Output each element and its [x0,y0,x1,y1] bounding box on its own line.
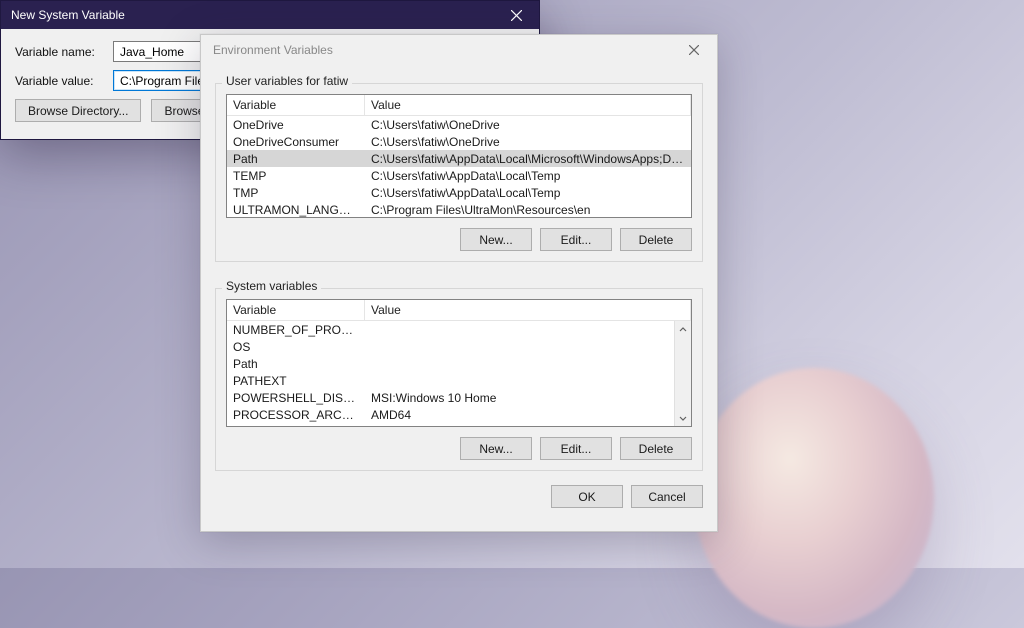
cell-value: Intel64 Family 6 Model 94 Stepping 3, Ge… [365,424,691,428]
cell-variable: Path [227,151,365,167]
system-button-row: New... Edit... Delete [226,437,692,460]
table-row[interactable]: PATHEXT [227,372,691,389]
close-icon[interactable] [495,1,537,29]
col-variable-header[interactable]: Variable [227,300,365,320]
cell-variable: NUMBER_OF_PROCESSORS [227,322,365,338]
user-button-row: New... Edit... Delete [226,228,692,251]
env-ok-button[interactable]: OK [551,485,623,508]
cell-value: MSI:Windows 10 Home [365,390,691,406]
cell-value: C:\Users\fatiw\OneDrive [365,117,691,133]
cell-value [365,329,691,331]
user-variables-fieldset: User variables for fatiw Variable Value … [215,83,703,262]
close-icon[interactable] [677,37,711,63]
background-blob [694,368,934,628]
system-variables-table[interactable]: Variable Value NUMBER_OF_PROCESSORSOSPat… [226,299,692,427]
table-row[interactable]: PROCESSOR_ARCHITECTUREAMD64 [227,406,691,423]
nsv-titlebar[interactable]: New System Variable [1,1,539,29]
cell-variable: OneDrive [227,117,365,133]
table-header: Variable Value [227,95,691,116]
env-body: User variables for fatiw Variable Value … [201,65,717,518]
system-variables-fieldset: System variables Variable Value NUMBER_O… [215,288,703,471]
table-row[interactable]: OneDriveConsumerC:\Users\fatiw\OneDrive [227,133,691,150]
table-header: Variable Value [227,300,691,321]
cell-variable: PROCESSOR_ARCHITECTURE [227,407,365,423]
user-edit-button[interactable]: Edit... [540,228,612,251]
cell-value: C:\Users\fatiw\AppData\Local\Microsoft\W… [365,151,691,167]
table-row[interactable]: PathC:\Users\fatiw\AppData\Local\Microso… [227,150,691,167]
cell-value: C:\Users\fatiw\OneDrive [365,134,691,150]
cell-value [365,346,691,348]
user-delete-button[interactable]: Delete [620,228,692,251]
user-variables-table[interactable]: Variable Value OneDriveC:\Users\fatiw\On… [226,94,692,218]
system-delete-button[interactable]: Delete [620,437,692,460]
variable-value-label: Variable value: [15,74,113,88]
nsv-title: New System Variable [11,8,495,22]
vertical-scrollbar[interactable] [674,321,691,426]
table-row[interactable]: TMPC:\Users\fatiw\AppData\Local\Temp [227,184,691,201]
col-variable-header[interactable]: Variable [227,95,365,115]
system-variables-legend: System variables [222,279,321,293]
table-row[interactable]: OS [227,338,691,355]
env-cancel-button[interactable]: Cancel [631,485,703,508]
scroll-down-icon[interactable] [675,409,691,426]
cell-variable: PROCESSOR_IDENTIFIER [227,424,365,428]
env-titlebar[interactable]: Environment Variables [201,35,717,65]
table-row[interactable]: ULTRAMON_LANGDIRC:\Program Files\UltraMo… [227,201,691,218]
cell-variable: OneDriveConsumer [227,134,365,150]
cell-variable: Path [227,356,365,372]
env-window-title: Environment Variables [213,43,677,57]
cell-value: AMD64 [365,407,691,423]
cell-value: C:\Users\fatiw\AppData\Local\Temp [365,185,691,201]
environment-variables-window: Environment Variables User variables for… [200,34,718,532]
user-new-button[interactable]: New... [460,228,532,251]
cell-variable: ULTRAMON_LANGDIR [227,202,365,218]
cell-variable: POWERSHELL_DISTRIBUTIO... [227,390,365,406]
variable-name-label: Variable name: [15,45,113,59]
env-dialog-buttons: OK Cancel [215,485,703,508]
cell-variable: PATHEXT [227,373,365,389]
cell-variable: TMP [227,185,365,201]
cell-value [365,380,691,382]
scroll-up-icon[interactable] [675,321,691,338]
table-row[interactable]: Path [227,355,691,372]
cell-value: C:\Program Files\UltraMon\Resources\en [365,202,691,218]
col-value-header[interactable]: Value [365,300,691,320]
table-row[interactable]: POWERSHELL_DISTRIBUTIO...MSI:Windows 10 … [227,389,691,406]
user-variables-legend: User variables for fatiw [222,74,352,88]
table-row[interactable]: TEMPC:\Users\fatiw\AppData\Local\Temp [227,167,691,184]
table-row[interactable]: PROCESSOR_IDENTIFIERIntel64 Family 6 Mod… [227,423,691,427]
cell-value [365,363,691,365]
cell-value: C:\Users\fatiw\AppData\Local\Temp [365,168,691,184]
cell-variable: TEMP [227,168,365,184]
table-row[interactable]: NUMBER_OF_PROCESSORS [227,321,691,338]
table-row[interactable]: OneDriveC:\Users\fatiw\OneDrive [227,116,691,133]
system-edit-button[interactable]: Edit... [540,437,612,460]
cell-variable: OS [227,339,365,355]
system-new-button[interactable]: New... [460,437,532,460]
col-value-header[interactable]: Value [365,95,691,115]
browse-directory-button[interactable]: Browse Directory... [15,99,141,122]
